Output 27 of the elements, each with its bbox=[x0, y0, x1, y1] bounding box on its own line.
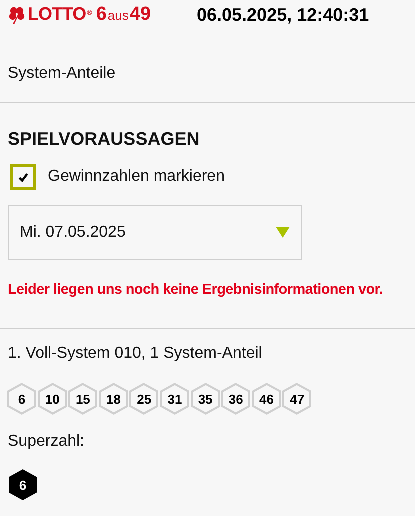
system-shares-label: System-Anteile bbox=[8, 65, 116, 82]
checkbox[interactable] bbox=[10, 164, 36, 190]
number-hexagon: 31 bbox=[160, 383, 190, 415]
caret-icon bbox=[276, 227, 290, 238]
superzahl-hexagon: 6 bbox=[8, 469, 38, 501]
superzahl-label: Superzahl: bbox=[8, 433, 86, 451]
date-dropdown[interactable]: Mi. 07.05.2025 bbox=[8, 205, 302, 260]
number-hexagon: 36 bbox=[221, 383, 252, 415]
checkbox-label[interactable]: Gewinnzahlen markieren bbox=[48, 168, 225, 186]
number-hexagon: 25 bbox=[129, 383, 160, 415]
notice-text: Leider liegen uns noch keine Ergebnisinformationen vor. bbox=[8, 282, 384, 300]
number-hexagon: 46 bbox=[252, 383, 282, 415]
number-hexagon: 47 bbox=[282, 383, 312, 415]
logo-word: LOTTO bbox=[28, 4, 86, 25]
logo-aus: aus bbox=[108, 8, 129, 23]
logo-six: 6 bbox=[96, 4, 107, 26]
system-title: 1. Voll-System 010, 1 System-Anteil bbox=[8, 345, 264, 363]
check-icon bbox=[18, 172, 28, 182]
number-hexagon: 18 bbox=[98, 383, 129, 415]
number-hexagon: 6 bbox=[7, 383, 37, 415]
date-time: 06.05.2025, 12:40:31 bbox=[197, 4, 370, 26]
number-hexagon: 10 bbox=[38, 383, 68, 415]
number-hexagon: 35 bbox=[190, 383, 221, 415]
clover-icon bbox=[7, 5, 27, 25]
number-hexagon: 15 bbox=[68, 383, 98, 415]
section-heading: SPIELVORAUSSAGEN bbox=[8, 129, 201, 150]
logo-fortynine: 49 bbox=[130, 4, 152, 26]
